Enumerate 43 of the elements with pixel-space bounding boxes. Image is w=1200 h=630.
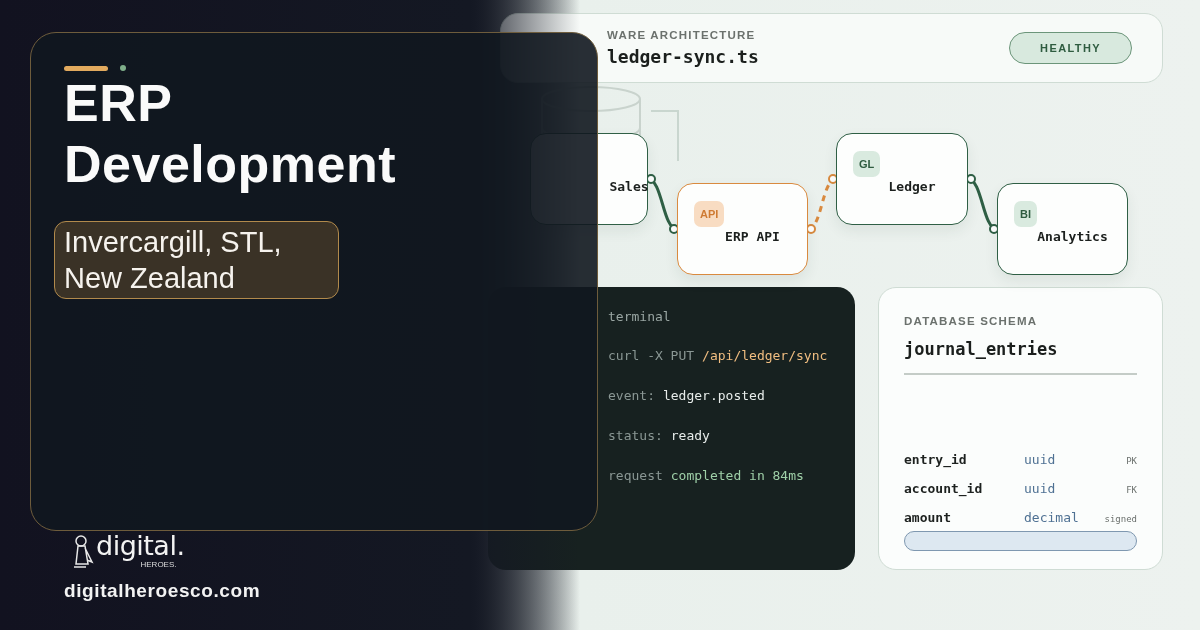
schema-label: DATABASE SCHEMA [904,315,1039,327]
hero-figure-icon [72,534,94,570]
field-name: amount [904,510,952,525]
file-name: ledger-sync.ts [607,46,759,67]
terminal-prompt: request [608,468,663,485]
field-type: uuid [1024,452,1057,467]
terminal-title: terminal [608,309,672,324]
terminal-output: completed in 84ms [670,468,804,485]
website-link[interactable]: digitalheroesco.com [64,580,488,602]
logo-wordmark: digital. [96,532,185,560]
terminal-prompt: status: [608,428,663,445]
status-badge: HEALTHY [1009,32,1132,64]
diagram-node[interactable]: BI Analytics [997,183,1128,275]
terminal-prompt: curl -X PUT [608,348,695,365]
terminal-output: /api/ledger/sync [702,348,828,365]
field-type: decimal [1024,510,1080,525]
field-tag: signed [1104,514,1137,524]
node-label: Analytics [1037,228,1108,244]
accent-dot [120,65,126,71]
connector-line [806,174,838,234]
diagram-node[interactable]: GL Ledger [836,133,968,225]
field-name: account_id [904,481,984,496]
bracket-line [650,110,680,162]
node-label: Ledger [888,178,936,194]
node-badge: API [694,201,725,227]
section-label: WARE ARCHITECTURE [607,29,757,41]
diagram-node[interactable]: API ERP API [677,183,808,275]
connector-line [966,174,999,234]
accent-bar [64,65,108,71]
field-name: entry_id [904,452,968,467]
terminal-output: ready [670,428,710,445]
table-name: journal_entries [904,339,1059,359]
field-tag: FK [1126,485,1137,495]
field-tag: PK [1126,456,1137,466]
logo-subtitle: HEROES. [140,560,177,570]
field-type: uuid [1024,481,1057,496]
node-label: ERP API [725,228,780,244]
terminal-output: ledger.posted [662,388,765,405]
terminal-prompt: event: [608,388,655,405]
node-badge: BI [1014,201,1037,227]
node-badge: GL [853,151,881,177]
location-tag: Invercargill, STL, New Zealand [54,221,339,299]
page-title: ERP Development [64,73,398,195]
